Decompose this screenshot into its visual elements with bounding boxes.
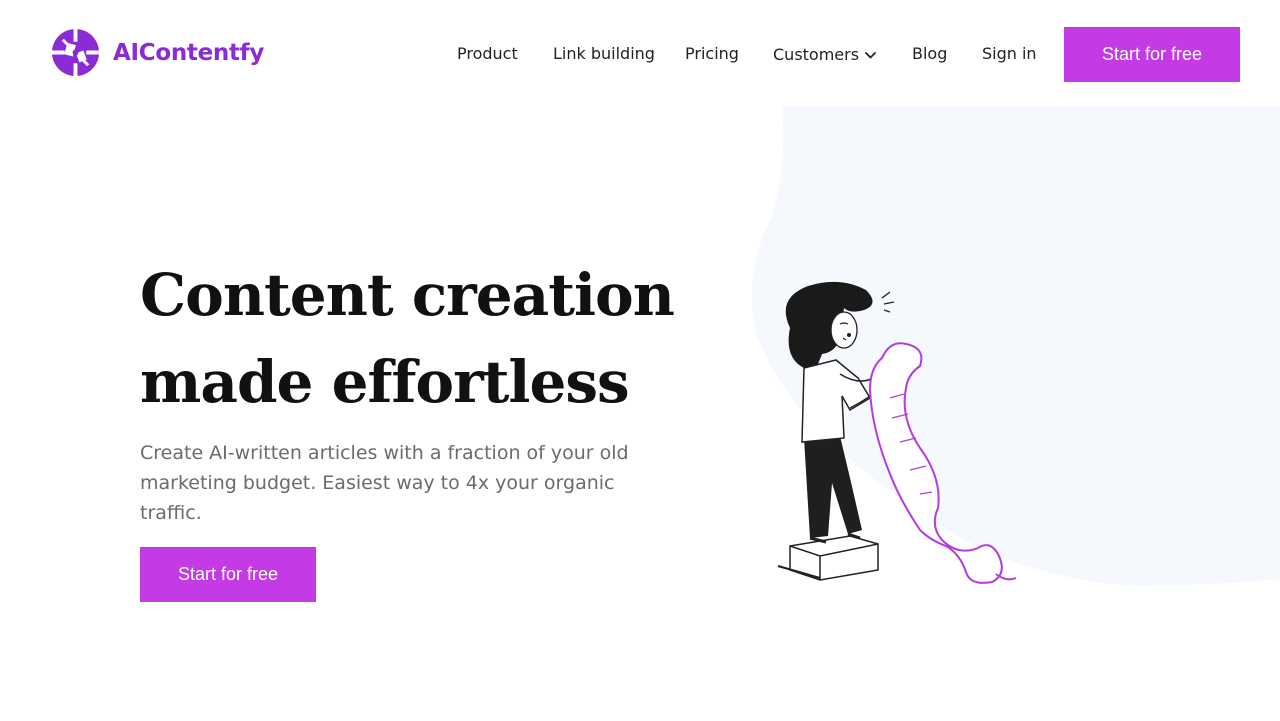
nav-blog[interactable]: Blog — [912, 44, 947, 64]
hero-headline-line-2: made effortless — [140, 348, 630, 416]
nav-pricing[interactable]: Pricing — [685, 44, 739, 64]
brand-name: AIContentfy — [113, 39, 265, 66]
header-start-for-free-button[interactable]: Start for free — [1064, 27, 1240, 82]
nav-product[interactable]: Product — [457, 44, 518, 64]
nav-customers-label: Customers — [773, 45, 860, 64]
nav-customers[interactable]: Customers — [773, 44, 876, 65]
aicontentfy-logo-icon — [51, 28, 100, 77]
hero-headline: Content creation made effortless — [140, 252, 720, 426]
hero-subtext: Create AI-written articles with a fracti… — [140, 442, 629, 524]
nav-link-building[interactable]: Link building — [553, 44, 655, 64]
brand-logo[interactable]: AIContentfy — [51, 28, 264, 77]
nav-sign-in[interactable]: Sign in — [982, 44, 1037, 64]
woman-reading-long-scroll-illustration — [777, 281, 1017, 584]
hero-start-for-free-button[interactable]: Start for free — [140, 547, 316, 602]
hero-headline-line-1: Content creation — [140, 261, 675, 329]
chevron-down-icon — [865, 44, 876, 64]
site-header: AIContentfy Product Link building Pricin… — [0, 0, 1280, 108]
